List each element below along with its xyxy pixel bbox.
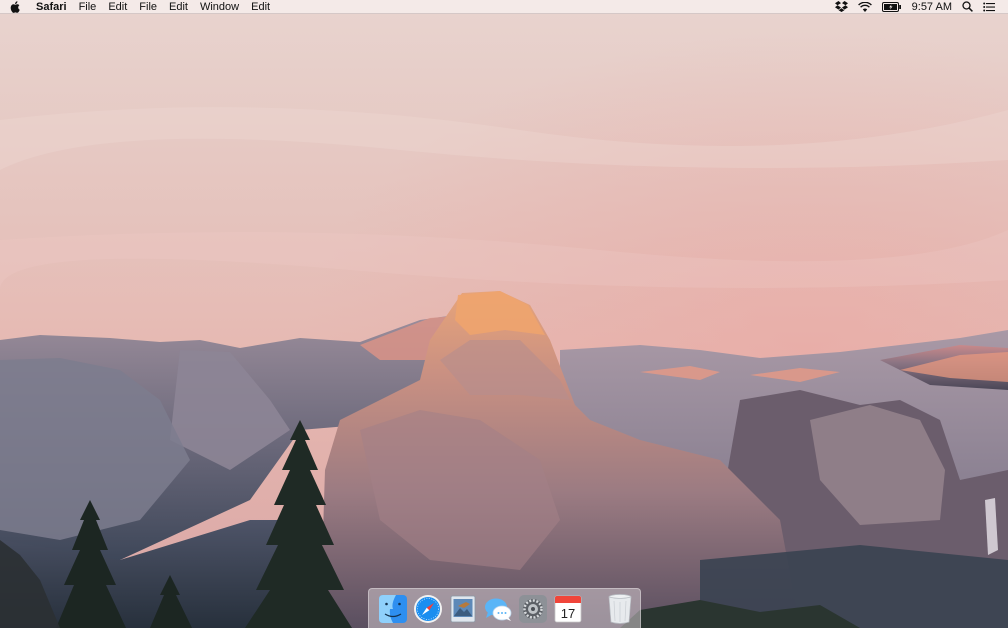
- desktop-wallpaper: [0, 0, 1008, 628]
- safari-icon[interactable]: [413, 593, 443, 625]
- apple-logo-icon[interactable]: [0, 0, 30, 14]
- menu-clock[interactable]: 9:57 AM: [907, 0, 957, 14]
- notification-center-icon[interactable]: [978, 2, 1000, 12]
- calendar-day-number: 17: [560, 606, 574, 621]
- battery-icon[interactable]: [877, 1, 907, 12]
- calendar-icon[interactable]: 17: [553, 593, 583, 625]
- menu-bar: Safari File Edit File Edit Window Edit 9…: [0, 0, 1008, 14]
- menu-bar-status-area: 9:57 AM: [830, 0, 1008, 14]
- menu-bar-left: Safari File Edit File Edit Window Edit: [0, 0, 276, 14]
- spotlight-search-icon[interactable]: [957, 1, 978, 12]
- menu-app-name[interactable]: Safari: [30, 0, 73, 14]
- system-preferences-icon[interactable]: [518, 593, 548, 625]
- finder-icon[interactable]: [378, 593, 408, 625]
- menu-item-edit[interactable]: Edit: [102, 0, 133, 14]
- menu-item-file[interactable]: File: [73, 0, 103, 14]
- dock: 17: [368, 588, 641, 628]
- trash-icon[interactable]: [605, 593, 635, 625]
- messages-icon[interactable]: [483, 593, 513, 625]
- wifi-icon[interactable]: [853, 1, 877, 12]
- menu-item-edit-3[interactable]: Edit: [245, 0, 276, 14]
- dropbox-icon[interactable]: [830, 1, 853, 12]
- preview-icon[interactable]: [448, 593, 478, 625]
- menu-item-window[interactable]: Window: [194, 0, 245, 14]
- menu-item-file-2[interactable]: File: [133, 0, 163, 14]
- menu-item-edit-2[interactable]: Edit: [163, 0, 194, 14]
